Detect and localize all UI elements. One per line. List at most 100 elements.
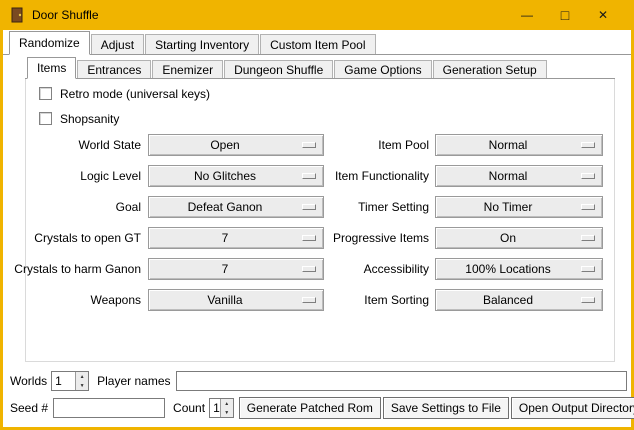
spinbox-arrows: ▲ ▼ [220,399,233,417]
retro-mode-row: Retro mode (universal keys) [39,85,210,102]
crystals-open-gt-label: Crystals to open GT [10,231,141,245]
accessibility-value: 100% Locations [465,262,550,276]
spinbox-arrows: ▲ ▼ [75,372,88,390]
spin-up-icon[interactable]: ▲ [221,399,233,408]
option-row: Weapons Vanilla [10,284,324,315]
option-row: Item Sorting Balanced [281,284,603,315]
tab-game-options[interactable]: Game Options [334,60,431,78]
items-pane: Retro mode (universal keys) Shopsanity W… [25,79,615,362]
count-value: 1 [210,399,220,417]
progressive-items-label: Progressive Items [281,231,429,245]
weapons-label: Weapons [10,293,141,307]
weapons-value: Vanilla [207,293,242,307]
item-sorting-label: Item Sorting [281,293,429,307]
tab-generation-setup[interactable]: Generation Setup [433,60,547,78]
dropdown-indicator-icon [581,142,595,148]
open-output-directory-button[interactable]: Open Output Directory [511,397,634,419]
retro-mode-label: Retro mode (universal keys) [60,87,210,101]
player-names-label: Player names [97,374,170,388]
item-functionality-value: Normal [489,169,528,183]
option-row: Item Pool Normal [281,129,603,160]
tab-dungeon-shuffle[interactable]: Dungeon Shuffle [224,60,333,78]
option-row: Goal Defeat Ganon [10,191,324,222]
item-pool-dropdown[interactable]: Normal [435,134,603,156]
tab-entrances[interactable]: Entrances [77,60,151,78]
goal-value: Defeat Ganon [188,200,263,214]
inner-tabstrip: Items Entrances Enemizer Dungeon Shuffle… [25,58,615,79]
dropdown-indicator-icon [581,235,595,241]
generate-patched-rom-button[interactable]: Generate Patched Rom [239,397,381,419]
shopsanity-checkbox[interactable] [39,112,52,125]
timer-setting-label: Timer Setting [281,200,429,214]
maximize-button[interactable]: □ [546,0,584,30]
progressive-items-dropdown[interactable]: On [435,227,603,249]
window-title: Door Shuffle [32,8,99,22]
tab-items[interactable]: Items [27,57,76,79]
item-functionality-dropdown[interactable]: Normal [435,165,603,187]
progressive-items-value: On [500,231,516,245]
item-sorting-dropdown[interactable]: Balanced [435,289,603,311]
app-icon [9,7,25,23]
crystals-harm-ganon-label: Crystals to harm Ganon [10,262,141,276]
spin-up-icon[interactable]: ▲ [76,372,88,381]
dropdown-indicator-icon [581,173,595,179]
logic-level-label: Logic Level [10,169,141,183]
timer-setting-value: No Timer [484,200,533,214]
window-controls: — □ ✕ [508,0,622,30]
seed-input[interactable] [53,398,165,418]
dropdown-indicator-icon [581,204,595,210]
options-column-left: World State Open Logic Level No Glitches [10,129,324,315]
close-button[interactable]: ✕ [584,0,622,30]
retro-mode-checkbox[interactable] [39,87,52,100]
tab-custom-item-pool[interactable]: Custom Item Pool [260,34,375,54]
item-pool-value: Normal [489,138,528,152]
count-label: Count [173,401,205,415]
option-row: Logic Level No Glitches [10,160,324,191]
option-row: Progressive Items On [281,222,603,253]
accessibility-label: Accessibility [281,262,429,276]
timer-setting-dropdown[interactable]: No Timer [435,196,603,218]
option-row: Item Functionality Normal [281,160,603,191]
minimize-button[interactable]: — [508,0,546,30]
inner-notebook: Items Entrances Enemizer Dungeon Shuffle… [25,58,615,362]
count-spinbox[interactable]: 1 ▲ ▼ [209,398,234,418]
option-row: Accessibility 100% Locations [281,253,603,284]
save-settings-button[interactable]: Save Settings to File [383,397,509,419]
item-pool-label: Item Pool [281,138,429,152]
worlds-row: Worlds 1 ▲ ▼ Player names [10,370,627,392]
window-content: Randomize Adjust Starting Inventory Cust… [3,30,631,427]
tab-randomize[interactable]: Randomize [9,31,90,55]
item-functionality-label: Item Functionality [281,169,429,183]
seed-label: Seed # [10,401,48,415]
tab-starting-inventory[interactable]: Starting Inventory [145,34,259,54]
world-state-label: World State [10,138,141,152]
spin-down-icon[interactable]: ▼ [221,408,233,417]
options-column-right: Item Pool Normal Item Functionality Norm… [281,129,603,315]
dropdown-indicator-icon [581,297,595,303]
player-names-input[interactable] [176,371,628,391]
shopsanity-row: Shopsanity [39,110,119,127]
tab-adjust[interactable]: Adjust [91,34,144,54]
goal-label: Goal [10,200,141,214]
option-row: World State Open [10,129,324,160]
seed-row: Seed # Count 1 ▲ ▼ Generate Patched Rom … [10,397,627,419]
item-sorting-value: Balanced [483,293,533,307]
titlebar[interactable]: Door Shuffle — □ ✕ [0,0,634,30]
logic-level-value: No Glitches [194,169,256,183]
option-row: Timer Setting No Timer [281,191,603,222]
option-row: Crystals to open GT 7 [10,222,324,253]
accessibility-dropdown[interactable]: 100% Locations [435,258,603,280]
crystals-open-gt-value: 7 [222,231,229,245]
tab-enemizer[interactable]: Enemizer [152,60,223,78]
app-window: Door Shuffle — □ ✕ Randomize Adjust Star… [0,0,634,430]
shopsanity-label: Shopsanity [60,112,119,126]
worlds-spinbox[interactable]: 1 ▲ ▼ [51,371,89,391]
worlds-value: 1 [52,372,75,390]
option-row: Crystals to harm Ganon 7 [10,253,324,284]
spin-down-icon[interactable]: ▼ [76,381,88,390]
worlds-label: Worlds [10,374,47,388]
crystals-harm-ganon-value: 7 [222,262,229,276]
dropdown-indicator-icon [581,266,595,272]
outer-tabstrip: Randomize Adjust Starting Inventory Cust… [3,32,631,55]
world-state-value: Open [210,138,239,152]
